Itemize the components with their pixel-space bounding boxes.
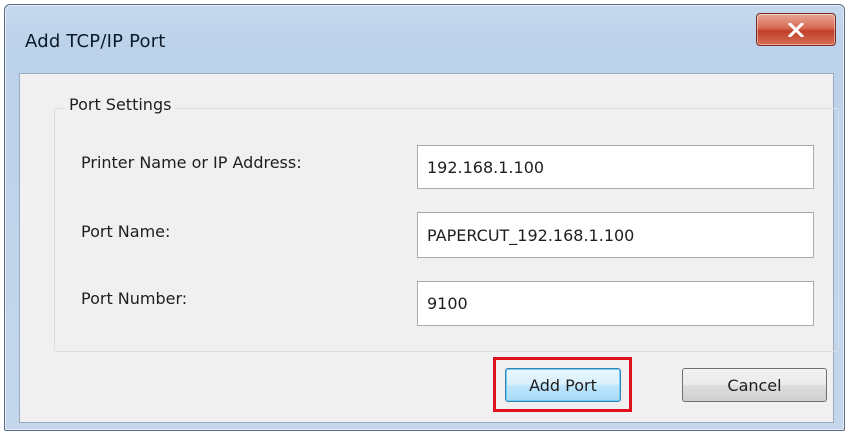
- dialog-body: Port Settings Printer Name or IP Address…: [19, 73, 839, 423]
- add-port-button[interactable]: Add Port: [505, 368, 621, 402]
- port-number-field[interactable]: [417, 281, 814, 326]
- close-icon: [788, 22, 804, 37]
- port-name-field[interactable]: [417, 212, 814, 258]
- port-settings-legend: Port Settings: [65, 95, 176, 114]
- window-title: Add TCP/IP Port: [25, 31, 166, 52]
- port-settings-group: Port Settings Printer Name or IP Address…: [54, 95, 839, 352]
- close-button[interactable]: [756, 13, 836, 46]
- add-tcpip-port-dialog: Add TCP/IP Port Port Settings Printer Na…: [4, 4, 845, 431]
- cancel-button[interactable]: Cancel: [682, 368, 827, 402]
- printer-name-label: Printer Name or IP Address:: [81, 153, 302, 172]
- port-name-label: Port Name:: [81, 222, 171, 241]
- printer-name-field[interactable]: [417, 145, 814, 189]
- port-number-label: Port Number:: [81, 289, 188, 308]
